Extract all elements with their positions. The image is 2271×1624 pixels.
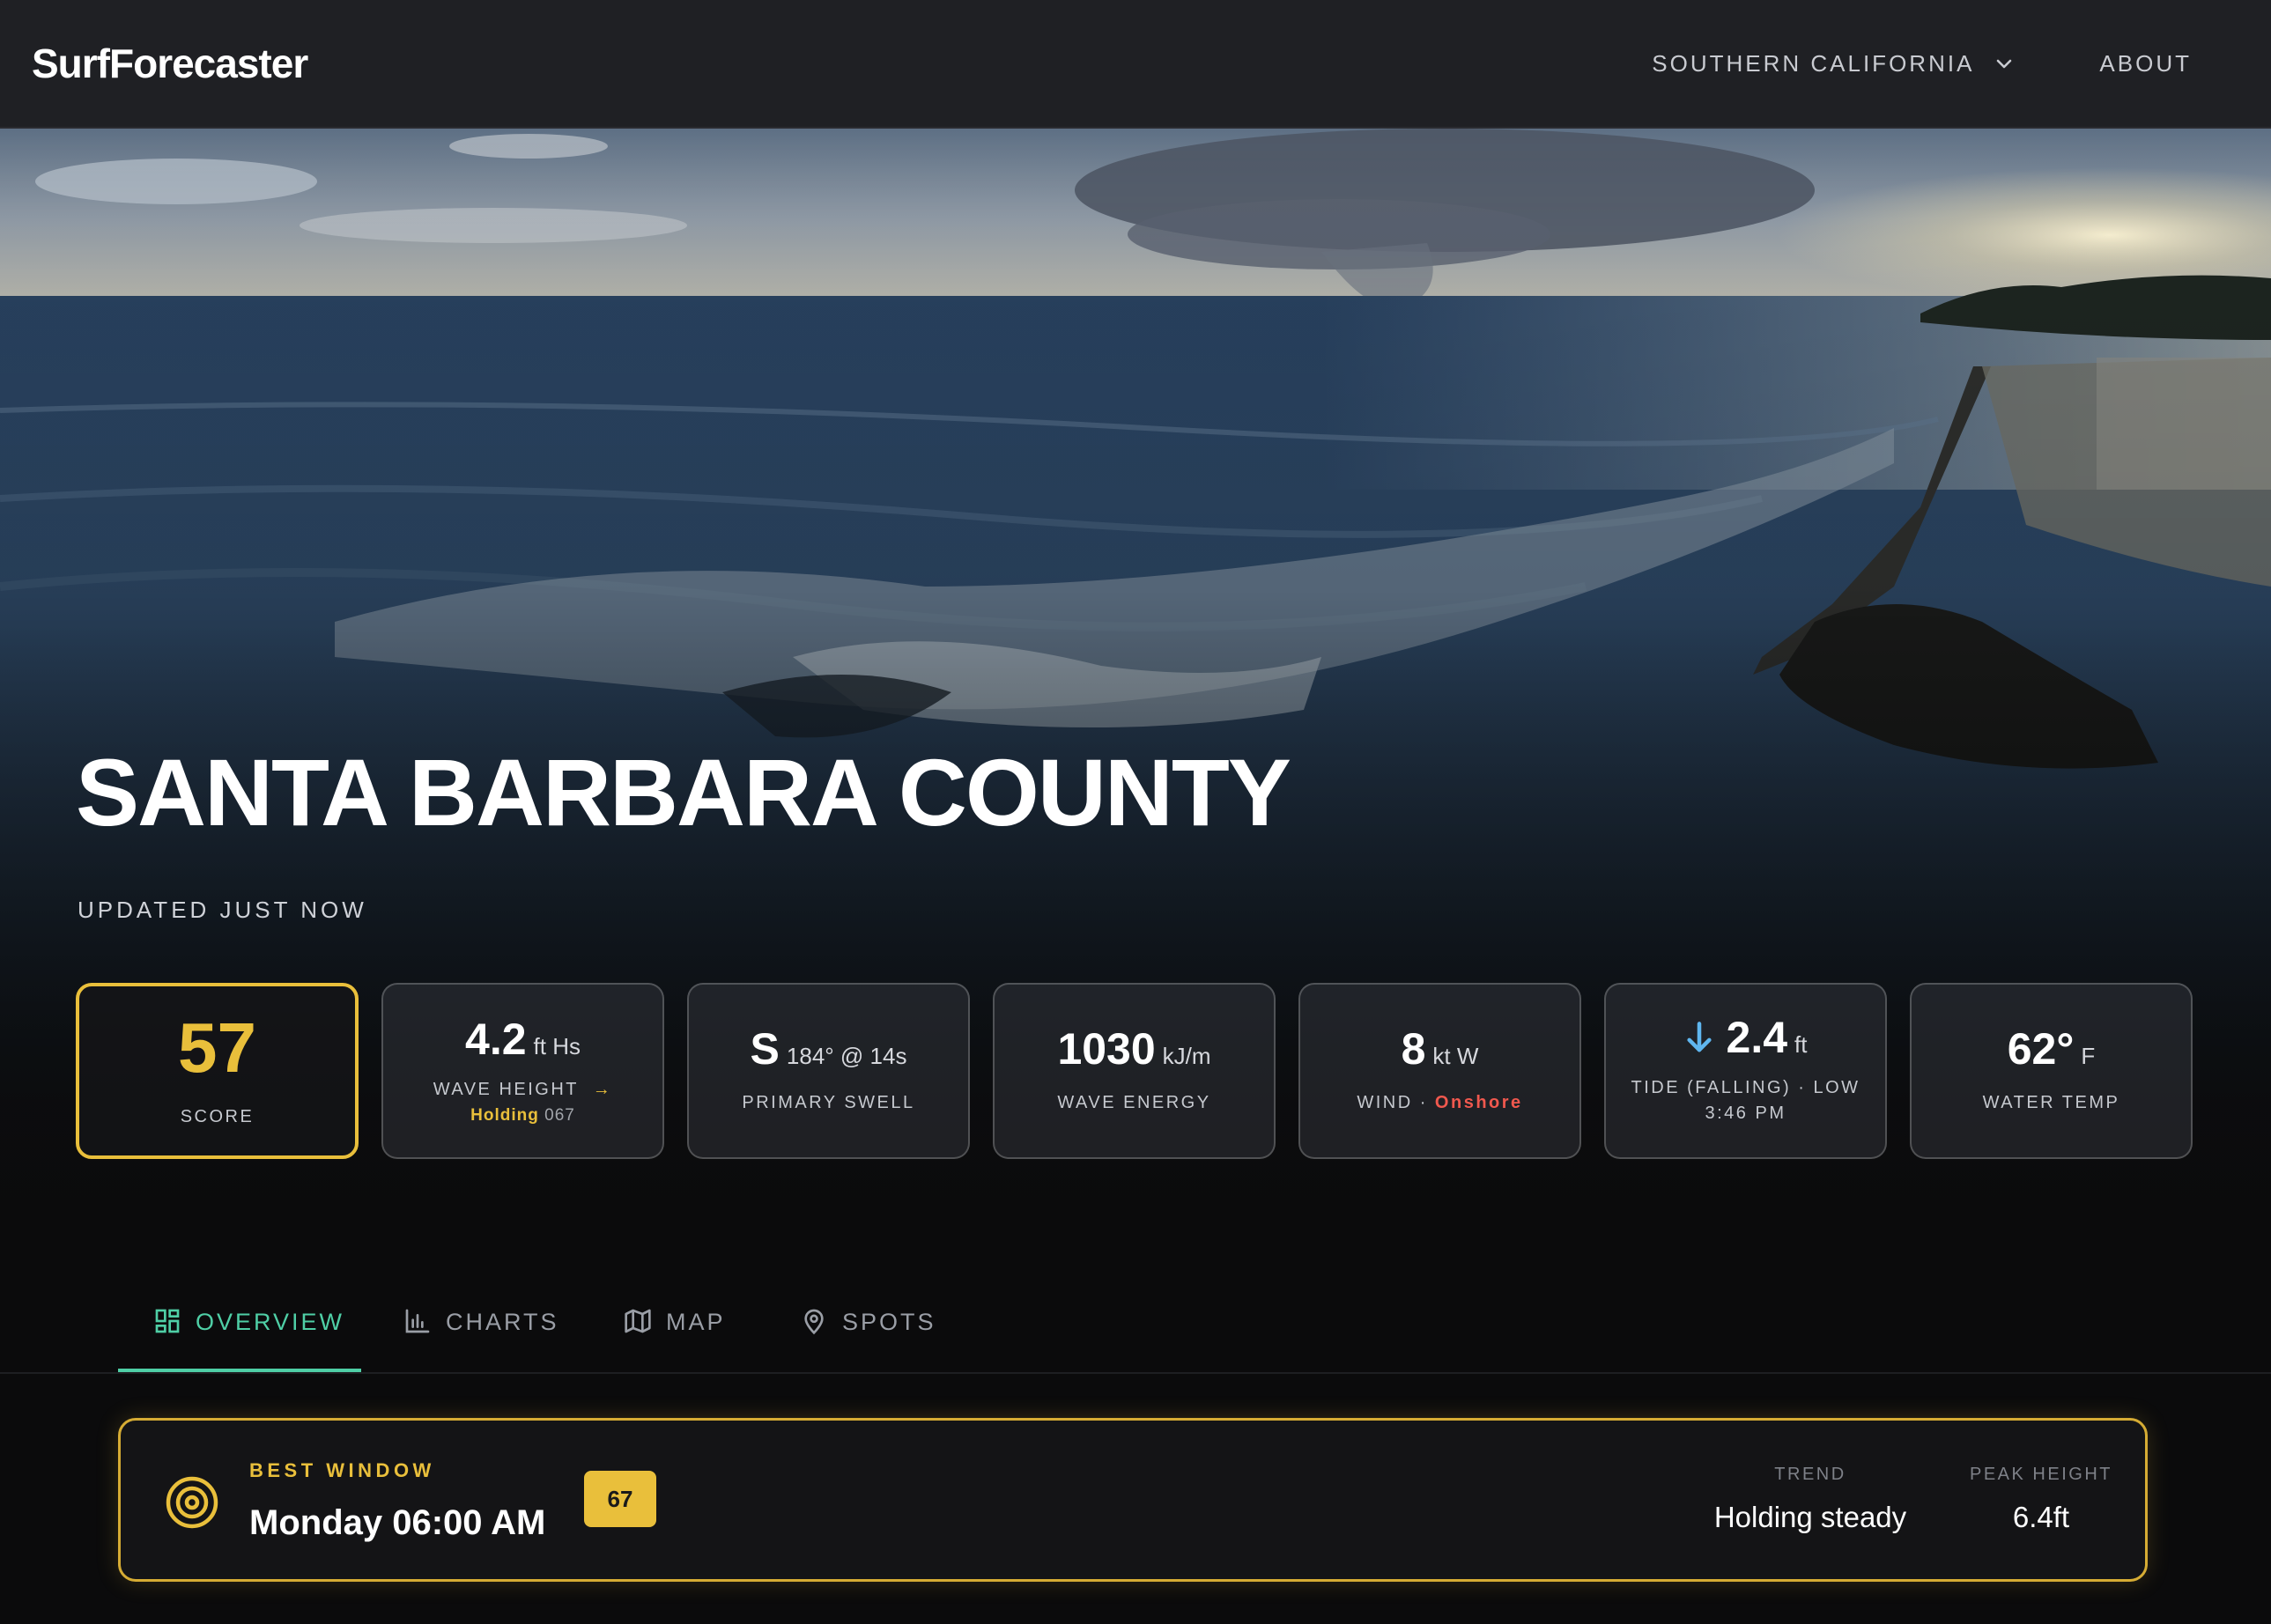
tab-spots-label: SPOTS [842,1309,936,1335]
top-nav: SurfForecaster SOUTHERN CALIFORNIA ABOUT [0,0,2271,129]
wind-speed: 8 [1401,1023,1426,1074]
region-dropdown[interactable]: SOUTHERN CALIFORNIA [1652,50,2015,78]
grid-icon [155,1309,180,1333]
trend-column: TREND Holding steady [1713,1465,1907,1534]
best-window-score-badge: 67 [584,1471,656,1527]
wave-code: 067 [544,1105,575,1125]
tab-charts-label: CHARTS [446,1309,559,1335]
peak-height-label: PEAK HEIGHT [1970,1465,2112,1484]
peak-column: PEAK HEIGHT 6.4ft [1962,1465,2120,1534]
energy-value: 1030 [1057,1023,1156,1074]
wave-height-value: 4.2 [465,1014,527,1064]
swell-detail: 184° @ 14s [786,1042,907,1069]
arrow-right-icon: → [585,1079,613,1099]
best-window-card[interactable]: BEST WINDOW Monday 06:00 AM 67 TREND Hol… [118,1418,2148,1582]
tide-height: 2.4 [1726,1013,1788,1062]
wave-trend: Holding [470,1105,539,1125]
about-link[interactable]: ABOUT [2099,50,2192,78]
best-window-time: Monday 06:00 AM [249,1503,546,1542]
tab-bar: OVERVIEW CHARTS MAP SPOTS [0,1229,2271,1374]
tab-overview[interactable]: OVERVIEW [153,1309,344,1372]
trend-label: TREND [1774,1465,1846,1484]
tab-spots[interactable]: SPOTS [800,1309,936,1372]
pin-icon [804,1309,824,1335]
score-label: SCORE [180,1106,255,1126]
brand-logo[interactable]: SurfForecaster [32,40,308,87]
energy-label: WAVE ENERGY [1057,1092,1211,1112]
score-value: 57 [178,1008,256,1087]
region-label: SOUTHERN CALIFORNIA [1652,49,1975,77]
active-tab-indicator [118,1369,361,1372]
score-card[interactable]: 57 SCORE [76,983,359,1159]
wave-height-label: WAVE HEIGHT [433,1079,579,1099]
arrow-down-icon [1686,1022,1712,1052]
water-temp-value: 62° [2007,1023,2075,1074]
swell-label: PRIMARY SWELL [742,1092,915,1112]
bar-chart-icon [405,1309,430,1333]
water-temp-label: WATER TEMP [1982,1092,2120,1112]
nav-links: SOUTHERN CALIFORNIA ABOUT [1652,50,2192,78]
wind-card[interactable]: 8 kt W WIND · Onshore [1298,983,1581,1159]
primary-swell-card[interactable]: S 184° @ 14s PRIMARY SWELL [687,983,970,1159]
map-icon [625,1309,651,1333]
tab-map[interactable]: MAP [624,1309,726,1372]
page-title: SANTA BARBARA COUNTY [76,739,1291,845]
tab-charts[interactable]: CHARTS [403,1309,559,1372]
water-temp-unit: F [2081,1042,2096,1069]
tab-overview-label: OVERVIEW [196,1309,345,1335]
wave-energy-card[interactable]: 1030 kJ/m WAVE ENERGY [993,983,1276,1159]
wave-height-card[interactable]: 4.2 ft Hs WAVE HEIGHT → Holding 067 [381,983,664,1159]
trend-value: Holding steady [1713,1501,1907,1533]
target-icon [166,1476,218,1529]
swell-direction: S [750,1023,780,1074]
tab-map-label: MAP [666,1309,726,1335]
peak-height-value: 6.4ft [2012,1501,2070,1533]
wind-unit: kt W [1432,1042,1479,1069]
tide-card[interactable]: 2.4 ft TIDE (FALLING) · LOW 3:46 PM [1604,983,1887,1159]
wind-condition: Onshore [1434,1092,1523,1112]
tide-time: 3:46 PM [1705,1104,1786,1123]
water-temp-card[interactable]: 62° F WATER TEMP [1910,983,2193,1159]
tide-unit: ft [1794,1031,1808,1058]
hero-section: SANTA BARBARA COUNTY UPDATED JUST NOW 57… [0,129,2271,1229]
wind-label: WIND · [1357,1092,1428,1112]
chevron-down-icon [1997,59,2012,69]
stat-cards: 57 SCORE 4.2 ft Hs WAVE HEIGHT → Holding… [76,983,2193,1159]
tide-label: TIDE (FALLING) · LOW [1631,1078,1860,1097]
energy-unit: kJ/m [1162,1042,1211,1069]
wave-height-unit: ft Hs [533,1032,581,1059]
updated-status: UPDATED JUST NOW [78,897,367,923]
best-window-label: BEST WINDOW [249,1459,435,1481]
